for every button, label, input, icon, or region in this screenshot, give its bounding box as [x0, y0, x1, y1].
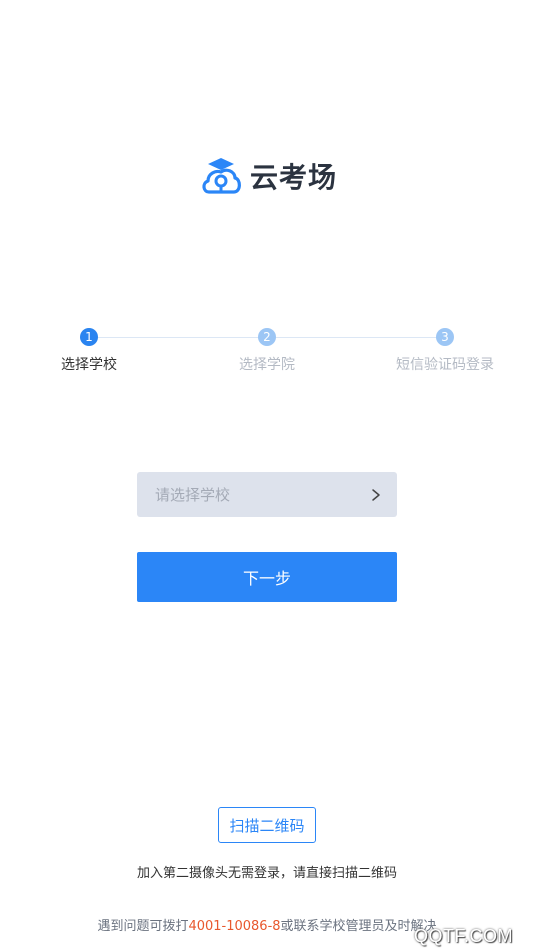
login-steps: 1 选择学校 2 选择学院 3 短信验证码登录 — [0, 328, 534, 388]
step-number: 1 — [80, 328, 98, 346]
step-select-school: 1 选择学校 — [19, 328, 159, 374]
step-label: 选择学校 — [61, 357, 117, 373]
app-logo: 云考场 — [200, 156, 337, 196]
scan-qr-button[interactable]: 扫描二维码 — [218, 807, 316, 843]
step-number: 3 — [436, 328, 454, 346]
help-prefix: 遇到问题可拨打 — [97, 919, 189, 934]
step-number: 2 — [258, 328, 276, 346]
cloud-graduation-cap-icon — [202, 158, 241, 194]
step-select-college: 2 选择学院 — [197, 328, 337, 374]
step-label: 选择学院 — [239, 357, 295, 373]
step-label: 短信验证码登录 — [396, 357, 494, 373]
second-camera-hint: 加入第二摄像头无需登录，请直接扫描二维码 — [136, 866, 397, 881]
school-select[interactable]: 请选择学校 — [137, 472, 397, 517]
watermark: QQTF.COM — [414, 926, 513, 946]
next-step-button[interactable]: 下一步 — [137, 552, 397, 602]
step-sms-login: 3 短信验证码登录 — [375, 328, 515, 374]
chevron-right-icon — [372, 488, 380, 501]
app-name: 云考场 — [250, 161, 338, 194]
help-phone-number[interactable]: 4001-10086-8 — [188, 919, 280, 934]
school-select-placeholder: 请选择学校 — [155, 486, 231, 504]
